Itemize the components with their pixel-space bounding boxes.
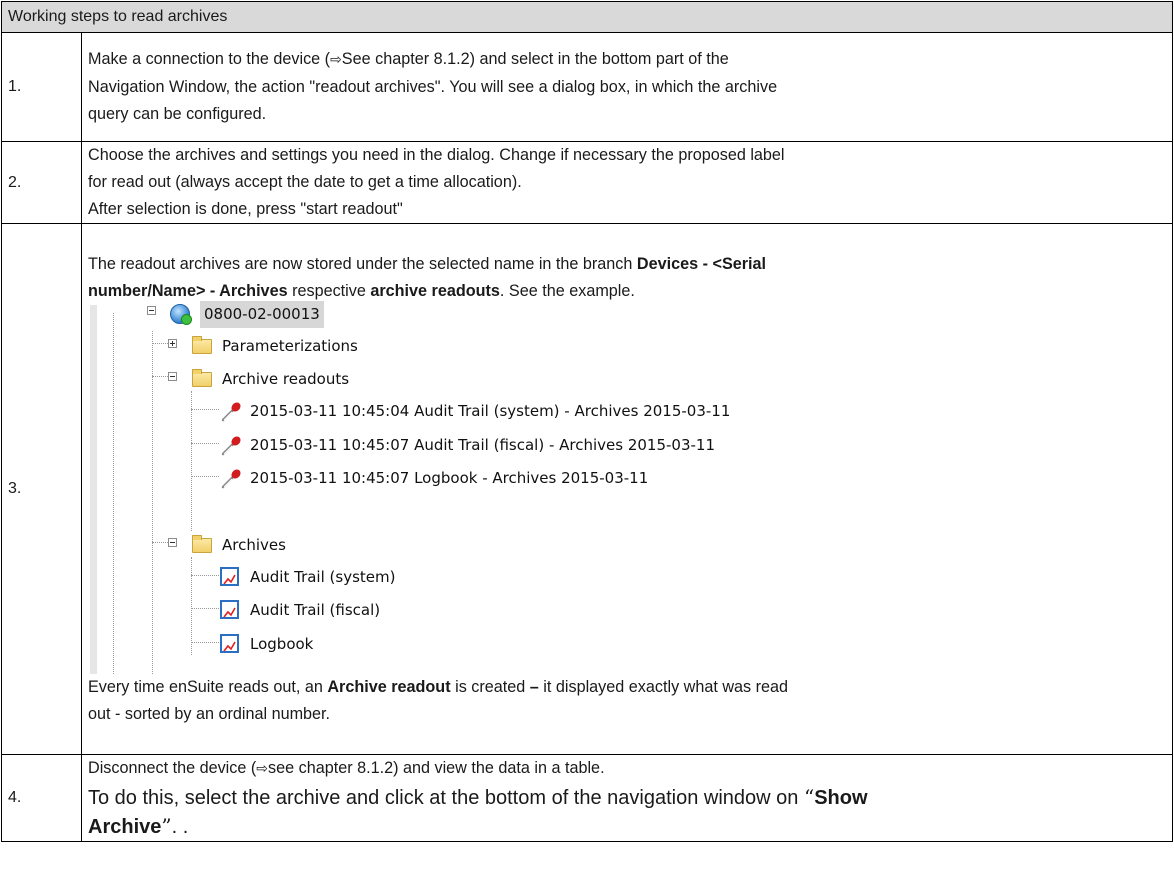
step-text: Make a connection to the device (	[88, 50, 331, 68]
tree-node-label: 2015-03-11 10:45:04 Audit Trail (system)…	[250, 401, 731, 420]
step-number: 2.	[1, 141, 82, 224]
step-text: it displayed exactly what was read	[538, 677, 789, 696]
quote-mark: ”	[161, 814, 172, 838]
tree-node-label: Archives	[222, 535, 286, 554]
pipette-icon	[220, 468, 242, 489]
folder-icon	[192, 535, 212, 553]
tree-node-label: Audit Trail (fiscal)	[250, 600, 381, 619]
step-text: Choose the archives and settings you nee…	[88, 146, 785, 164]
tree-node-readout[interactable]: 2015-03-11 10:45:04 Audit Trail (system)…	[220, 398, 730, 425]
tree-node-archive[interactable]: Logbook	[220, 631, 313, 658]
step-text: for read out (always accept the date to …	[88, 173, 522, 191]
step-number: 4.	[1, 754, 82, 842]
pipette-icon	[220, 401, 242, 422]
chart-icon	[220, 634, 239, 653]
tree-node-label: Logbook	[250, 634, 314, 653]
step-text: respective	[287, 281, 371, 300]
device-connected-icon	[170, 304, 192, 325]
tree-node-label: Parameterizations	[222, 336, 358, 355]
chart-icon	[220, 567, 239, 586]
tree-node-archives[interactable]: Archives	[192, 532, 286, 559]
step-content: Make a connection to the device (⇨See ch…	[80, 32, 1174, 142]
tree-node-archive-readouts[interactable]: Archive readouts	[192, 366, 349, 393]
step-text: Disconnect the device (	[88, 759, 257, 777]
step-text: query can be configured.	[88, 105, 267, 123]
bold-text: Devices - <Serial	[636, 254, 767, 273]
bold-text: Archive readout	[327, 677, 451, 696]
tree-gutter	[90, 304, 97, 674]
tree-node-device[interactable]: 0800-02-00013	[170, 300, 324, 328]
arrow-icon: ⇨	[330, 52, 342, 68]
collapse-toggle-icon[interactable]	[168, 537, 177, 547]
step-text: . .	[171, 816, 189, 838]
tree-node-archive[interactable]: Audit Trail (system)	[220, 564, 395, 591]
step-text: See chapter 8.1.2) and select in the bot…	[341, 50, 729, 68]
chart-icon	[220, 600, 239, 619]
step-content: The readout archives are now stored unde…	[80, 223, 1174, 755]
bold-text: archive readouts	[370, 281, 500, 300]
step-text: Navigation Window, the action "readout a…	[88, 78, 778, 96]
tree-node-label: 0800-02-00013	[200, 300, 324, 328]
step-text: . See the example.	[499, 281, 635, 300]
folder-icon	[192, 336, 212, 354]
step-text: out - sorted by an ordinal number.	[88, 704, 331, 723]
step-number: 1.	[1, 32, 82, 142]
step-number: 3.	[1, 223, 82, 755]
step-text: see chapter 8.1.2) and view the data in …	[268, 759, 605, 777]
collapse-toggle-icon[interactable]	[147, 305, 156, 315]
tree-node-label: Audit Trail (system)	[250, 567, 396, 586]
step-text: is created	[450, 677, 530, 696]
step-content: Choose the archives and settings you nee…	[80, 141, 1174, 224]
bold-text: number/Name> - Archives	[88, 281, 288, 300]
bold-text: Show	[814, 787, 868, 809]
step-text: The readout archives are now stored unde…	[88, 254, 637, 273]
step-row-3: 3. The readout archives are now stored u…	[1, 223, 1174, 755]
arrow-icon: ⇨	[256, 761, 268, 777]
step-text: After selection is done, press "start re…	[88, 200, 403, 218]
steps-table: Working steps to read archives 1. Make a…	[0, 1, 1174, 842]
table-header: Working steps to read archives	[0, 1, 1174, 33]
navigation-tree-screenshot: 0800-02-00013 Parameterizations Archive …	[90, 300, 910, 674]
table-header-row: Working steps to read archives	[0, 1, 1174, 33]
tree-node-archive[interactable]: Audit Trail (fiscal)	[220, 597, 380, 624]
step-row-1: 1. Make a connection to the device (⇨See…	[1, 32, 1174, 142]
dash: –	[529, 677, 539, 696]
tree-node-label: 2015-03-11 10:45:07 Logbook - Archives 2…	[250, 468, 649, 487]
step-text: Every time enSuite reads out, an	[88, 677, 328, 696]
step-row-2: 2. Choose the archives and settings you …	[1, 141, 1174, 224]
tree-node-readout[interactable]: 2015-03-11 10:45:07 Audit Trail (fiscal)…	[220, 432, 715, 459]
tree-node-label: 2015-03-11 10:45:07 Audit Trail (fiscal)…	[250, 435, 716, 454]
step-content: Disconnect the device (⇨see chapter 8.1.…	[80, 754, 1174, 842]
document-page: Working steps to read archives 1. Make a…	[0, 0, 1174, 871]
expand-toggle-icon[interactable]	[168, 338, 177, 348]
bold-text: Archive	[88, 816, 162, 838]
tree-node-parameterizations[interactable]: Parameterizations	[192, 333, 358, 360]
step-text: To do this, select the archive and click…	[88, 787, 804, 809]
tree-node-readout[interactable]: 2015-03-11 10:45:07 Logbook - Archives 2…	[220, 465, 648, 492]
step-row-4: 4. Disconnect the device (⇨see chapter 8…	[1, 754, 1174, 842]
pipette-icon	[220, 435, 242, 456]
collapse-toggle-icon[interactable]	[168, 371, 177, 381]
folder-icon	[192, 369, 212, 387]
tree-node-label: Archive readouts	[222, 369, 350, 388]
quote-mark: “	[803, 785, 815, 809]
